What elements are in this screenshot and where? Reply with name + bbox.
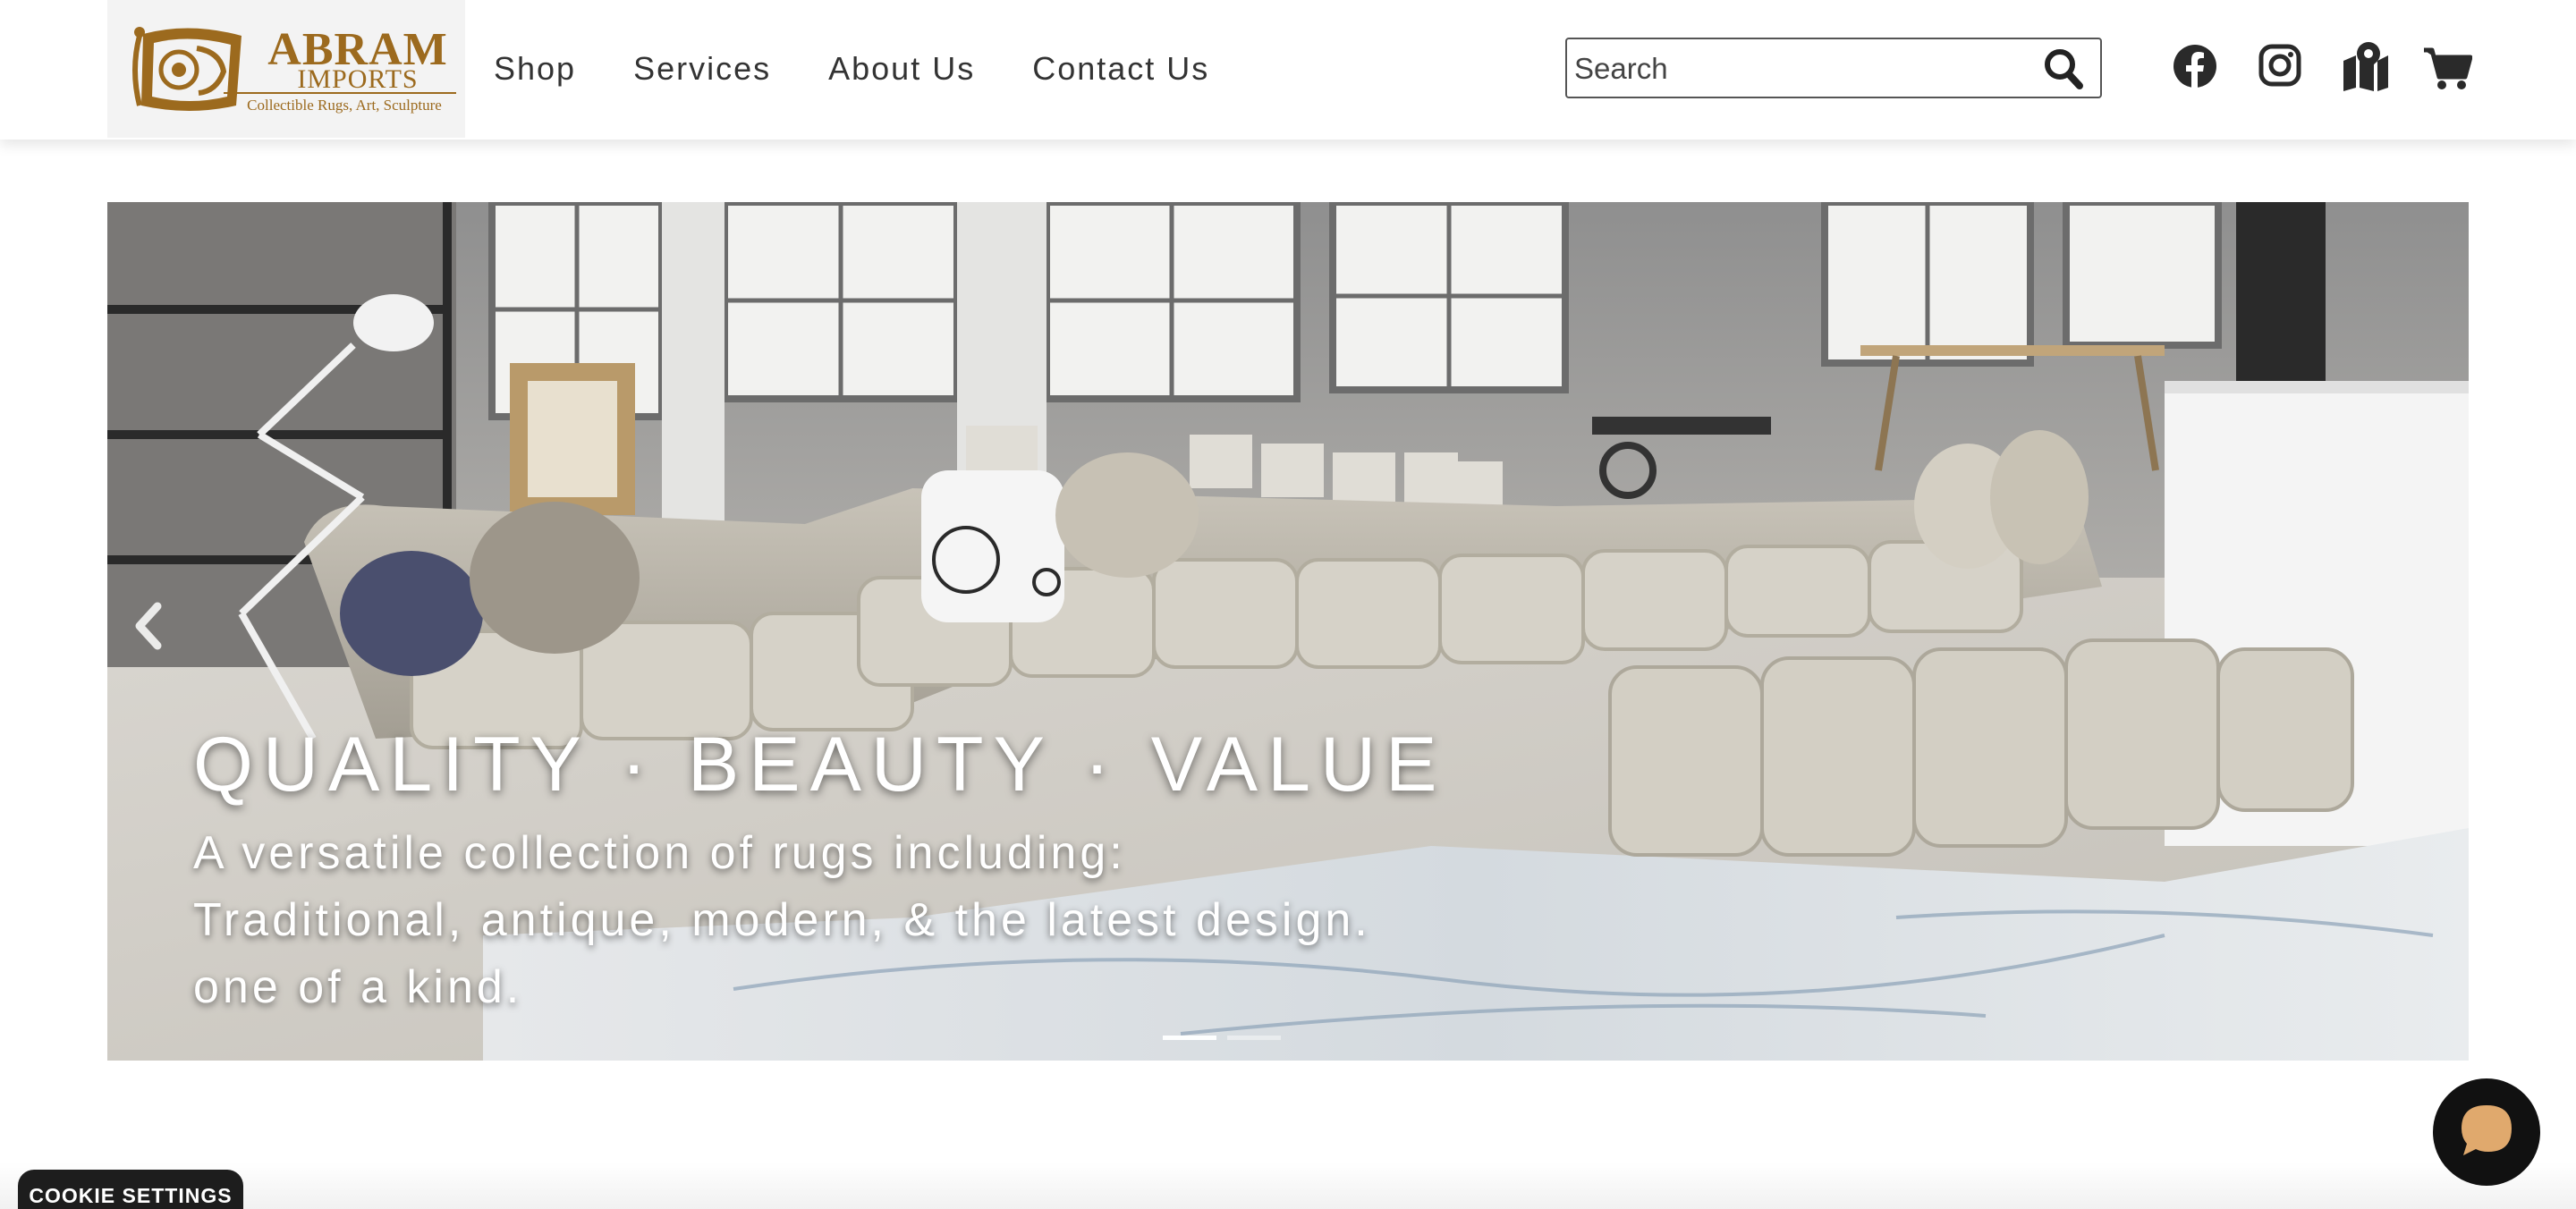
map-icon [2343,42,2388,91]
hero-line-3: one of a kind. [193,961,523,1013]
slider-prev-button[interactable] [131,599,166,653]
chevron-left-icon [135,602,162,650]
logo-tagline: Collectible Rugs, Art, Sculpture [247,97,442,114]
logo-sub: IMPORTS [297,64,419,94]
search-input[interactable] [1574,46,2021,91]
hero-title: QUALITY · BEAUTY · VALUE [193,722,1447,807]
cart-link[interactable] [2422,39,2473,95]
slider-dot[interactable] [1227,1036,1281,1040]
search-button[interactable] [2038,45,2091,93]
logo-divider [224,92,456,94]
hero-line-1: A versatile collection of rugs including… [193,827,1126,879]
hero-slider: QUALITY · BEAUTY · VALUE A versatile col… [107,202,2469,1061]
facebook-icon [2174,45,2216,88]
instagram-icon [2258,44,2301,87]
slider-dot[interactable] [1163,1036,1216,1040]
map-link[interactable] [2340,39,2394,95]
logo[interactable]: ABRAM IMPORTS Collectible Rugs, Art, Scu… [107,0,465,138]
chat-bubble-icon [2433,1078,2540,1186]
instagram-link[interactable] [2256,39,2306,95]
facebook-link[interactable] [2170,39,2220,95]
nav-services[interactable]: Services [633,50,771,88]
hero-line-2: Traditional, antique, modern, & the late… [193,894,1371,946]
nav-shop[interactable]: Shop [494,50,576,88]
cart-icon [2424,47,2473,89]
nav-contact-us[interactable]: Contact Us [1032,50,1209,88]
cookie-settings-button[interactable]: COOKIE SETTINGS [18,1170,243,1209]
nav-about-us[interactable]: About Us [828,50,975,88]
search-box [1565,38,2102,98]
chat-button[interactable] [2433,1078,2576,1186]
slider-dots [1163,1036,1292,1040]
site-header: ABRAM IMPORTS Collectible Rugs, Art, Scu… [0,0,2576,140]
search-icon [2045,49,2083,89]
main-nav: Shop Services About Us Contact Us [494,0,1267,138]
page-bottom-fade [0,1162,2576,1209]
